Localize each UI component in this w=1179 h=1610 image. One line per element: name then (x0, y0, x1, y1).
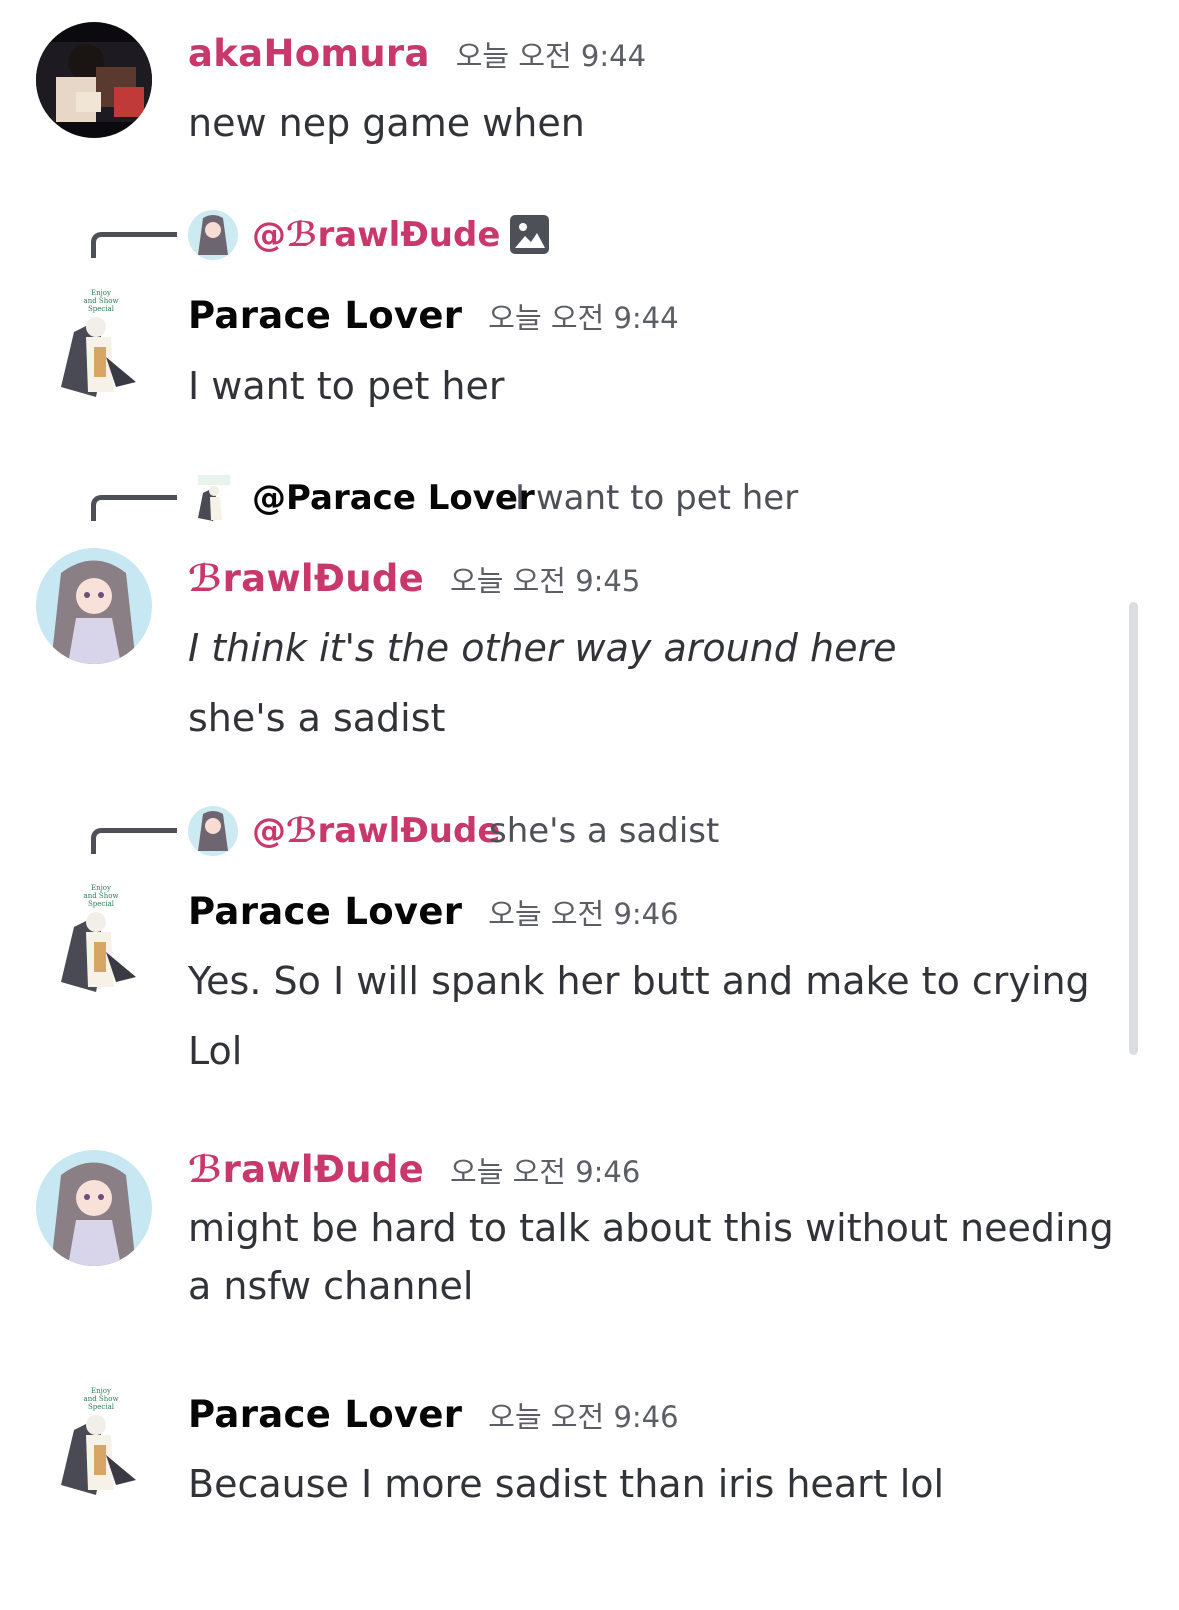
author-name[interactable]: ℬrawlĐude (188, 557, 424, 600)
message-header: ℬrawlĐude 오늘 오전 9:45 (188, 557, 640, 600)
reply-author[interactable]: @Parace Lover (252, 478, 535, 518)
avatar-brawldude[interactable] (36, 1150, 152, 1266)
avatar-parace-lover[interactable]: Enjoy and Show Special (36, 1385, 152, 1501)
message-header: ℬrawlĐude 오늘 오전 9:46 (188, 1148, 640, 1191)
reply-avatar (188, 806, 238, 856)
author-name[interactable]: akaHomura (188, 32, 430, 75)
reply-preview[interactable]: @ℬrawlĐude (0, 205, 1179, 265)
timestamp: 오늘 오전 9:46 (488, 1400, 679, 1434)
reply-connector (91, 828, 177, 854)
svg-text:and Show: and Show (84, 297, 119, 305)
message-header: akaHomura 오늘 오전 9:44 (188, 32, 646, 75)
svg-text:Enjoy: Enjoy (91, 1387, 111, 1395)
svg-text:Special: Special (88, 900, 115, 908)
author-name[interactable]: ℬrawlĐude (188, 1148, 424, 1191)
timestamp: 오늘 오전 9:45 (450, 564, 641, 598)
message-header: Parace Lover 오늘 오전 9:46 (188, 1393, 679, 1436)
reply-excerpt: she's a sadist (489, 811, 720, 851)
avatar-parace-lover[interactable]: Enjoy and Show Special (36, 882, 152, 998)
reply-connector (91, 495, 177, 521)
reply-avatar (188, 473, 238, 523)
message-text: a nsfw channel (188, 1264, 474, 1308)
svg-text:Enjoy: Enjoy (91, 884, 111, 892)
reply-connector (91, 232, 177, 258)
avatar-akahomura[interactable] (36, 22, 152, 138)
scrollbar[interactable] (1129, 602, 1138, 1055)
svg-text:and Show: and Show (84, 892, 119, 900)
reply-avatar (188, 210, 238, 260)
reply-author[interactable]: @ℬrawlĐude (252, 811, 500, 851)
reply-preview[interactable]: @ℬrawlĐude she's a sadist (0, 801, 1179, 861)
message-text: she's a sadist (188, 696, 446, 740)
reply-author[interactable]: @ℬrawlĐude (252, 215, 500, 255)
timestamp: 오늘 오전 9:46 (450, 1155, 641, 1189)
svg-text:Enjoy: Enjoy (91, 289, 111, 297)
svg-text:and Show: and Show (84, 1395, 119, 1403)
timestamp: 오늘 오전 9:44 (488, 301, 679, 335)
avatar-parace-lover[interactable]: Enjoy and Show Special (36, 287, 152, 403)
message-text: Lol (188, 1029, 243, 1073)
message-text: new nep game when (188, 101, 585, 145)
message-text: might be hard to talk about this without… (188, 1206, 1114, 1250)
message-header: Parace Lover 오늘 오전 9:44 (188, 294, 679, 337)
image-icon (510, 215, 549, 254)
svg-text:Special: Special (88, 305, 115, 313)
author-name[interactable]: Parace Lover (188, 1393, 462, 1436)
avatar-brawldude[interactable] (36, 548, 152, 664)
message-text: Yes. So I will spank her butt and make t… (188, 959, 1090, 1003)
message-header: Parace Lover 오늘 오전 9:46 (188, 890, 679, 933)
message-text: Because I more sadist than iris heart lo… (188, 1462, 945, 1506)
author-name[interactable]: Parace Lover (188, 890, 462, 933)
message-text: I think it's the other way around here (188, 626, 897, 670)
reply-excerpt: I want to pet her (515, 478, 799, 518)
timestamp: 오늘 오전 9:44 (455, 39, 647, 73)
author-name[interactable]: Parace Lover (188, 294, 462, 337)
timestamp: 오늘 오전 9:46 (488, 897, 679, 931)
message-text: I want to pet her (188, 364, 505, 408)
reply-preview[interactable]: @Parace Lover I want to pet her (0, 468, 1179, 528)
svg-text:Special: Special (88, 1403, 115, 1411)
